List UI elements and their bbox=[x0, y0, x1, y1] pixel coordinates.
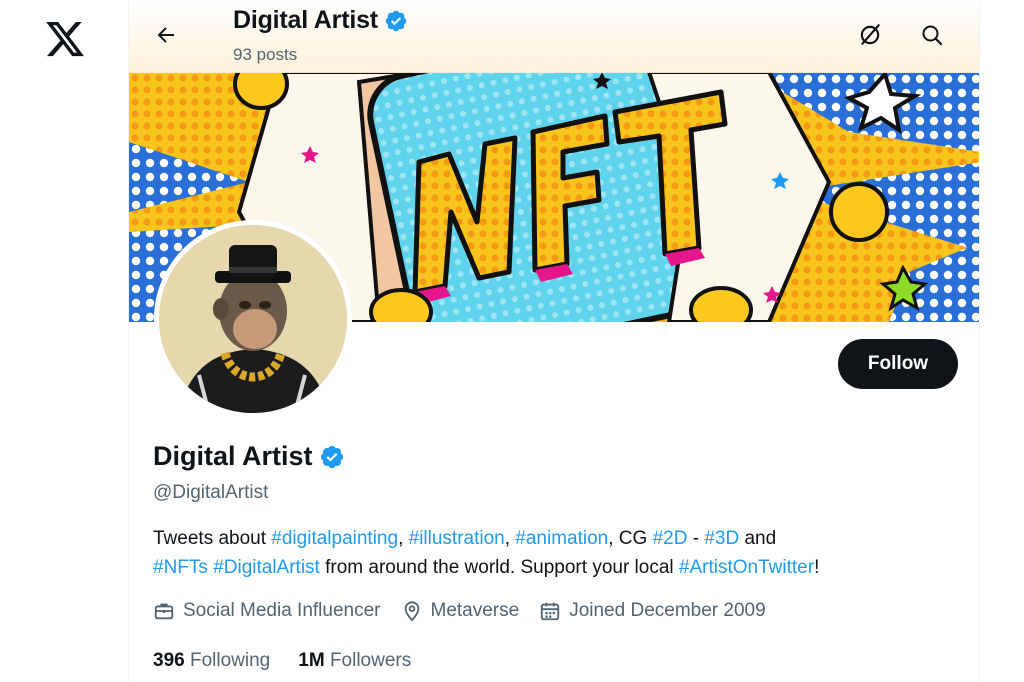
profile-header-bar: Digital Artist 93 posts bbox=[129, 0, 979, 73]
following-count: 396 bbox=[153, 650, 185, 671]
avatar-image bbox=[159, 225, 347, 413]
following-label: Following bbox=[189, 650, 271, 671]
followers-count: 1M bbox=[298, 650, 325, 671]
hashtag-link[interactable]: #DigitalArtist bbox=[213, 557, 320, 578]
profile-bio: Tweets about #digitalpainting, #illustra… bbox=[153, 525, 953, 582]
joined-item: Joined December 2009 bbox=[539, 600, 766, 622]
hashtag-link[interactable]: #illustration bbox=[409, 528, 505, 549]
profile-handle: @DigitalArtist bbox=[153, 482, 269, 503]
grok-button[interactable] bbox=[851, 16, 889, 54]
hashtag-link[interactable]: #ArtistOnTwitter bbox=[679, 557, 814, 578]
following-link[interactable]: 396 Following bbox=[153, 650, 270, 672]
location-text: Metaverse bbox=[430, 600, 520, 621]
right-gutter bbox=[981, 0, 1024, 682]
category-text: Social Media Influencer bbox=[183, 600, 381, 621]
bio-text: - bbox=[687, 528, 705, 549]
bio-text: from around the world. Support your loca… bbox=[319, 556, 679, 578]
location-pin-icon bbox=[404, 601, 419, 622]
search-icon bbox=[922, 25, 943, 46]
bio-text: Tweets about bbox=[153, 528, 272, 549]
display-name: Digital Artist bbox=[153, 441, 313, 471]
calendar-icon bbox=[541, 602, 560, 621]
location-item: Metaverse bbox=[401, 600, 520, 622]
hashtag-link[interactable]: #2D bbox=[653, 528, 688, 549]
follow-stats: 396 Following 1M Followers bbox=[153, 650, 439, 672]
header-name: Digital Artist bbox=[233, 6, 378, 34]
left-rail bbox=[0, 0, 128, 682]
hashtag-link[interactable]: #NFTs bbox=[153, 557, 208, 578]
briefcase-icon bbox=[154, 603, 174, 620]
joined-text: Joined December 2009 bbox=[569, 600, 766, 621]
avatar[interactable] bbox=[154, 220, 352, 418]
verified-badge-icon[interactable] bbox=[319, 444, 345, 470]
posts-count: 93 posts bbox=[233, 45, 298, 64]
grok-icon bbox=[860, 24, 880, 45]
x-logo-icon[interactable] bbox=[44, 18, 86, 60]
hashtag-link[interactable]: #animation bbox=[515, 528, 608, 549]
hashtag-link[interactable]: #3D bbox=[704, 528, 739, 549]
followers-link[interactable]: 1M Followers bbox=[298, 650, 411, 672]
search-button[interactable] bbox=[913, 16, 951, 54]
profile-meta: Social Media Influencer Metaverse Joined… bbox=[153, 600, 786, 622]
bio-text: , CG bbox=[608, 528, 653, 549]
profile-name: Digital Artist bbox=[153, 441, 345, 472]
arrow-left-icon bbox=[157, 27, 174, 43]
followers-label: Followers bbox=[329, 650, 412, 671]
bio-text: , bbox=[504, 528, 516, 549]
bio-text: and bbox=[739, 528, 777, 549]
profile-column: Digital Artist 93 posts Follow Digital A… bbox=[128, 0, 980, 682]
bio-text: ! bbox=[814, 556, 820, 578]
category-item: Social Media Influencer bbox=[153, 600, 381, 622]
hashtag-link[interactable]: #digitalpainting bbox=[271, 528, 398, 549]
verified-badge-icon bbox=[385, 10, 407, 31]
back-button[interactable] bbox=[147, 16, 185, 54]
bio-text: , bbox=[398, 528, 409, 549]
header-title: Digital Artist bbox=[233, 6, 408, 35]
follow-button[interactable]: Follow bbox=[838, 339, 958, 389]
